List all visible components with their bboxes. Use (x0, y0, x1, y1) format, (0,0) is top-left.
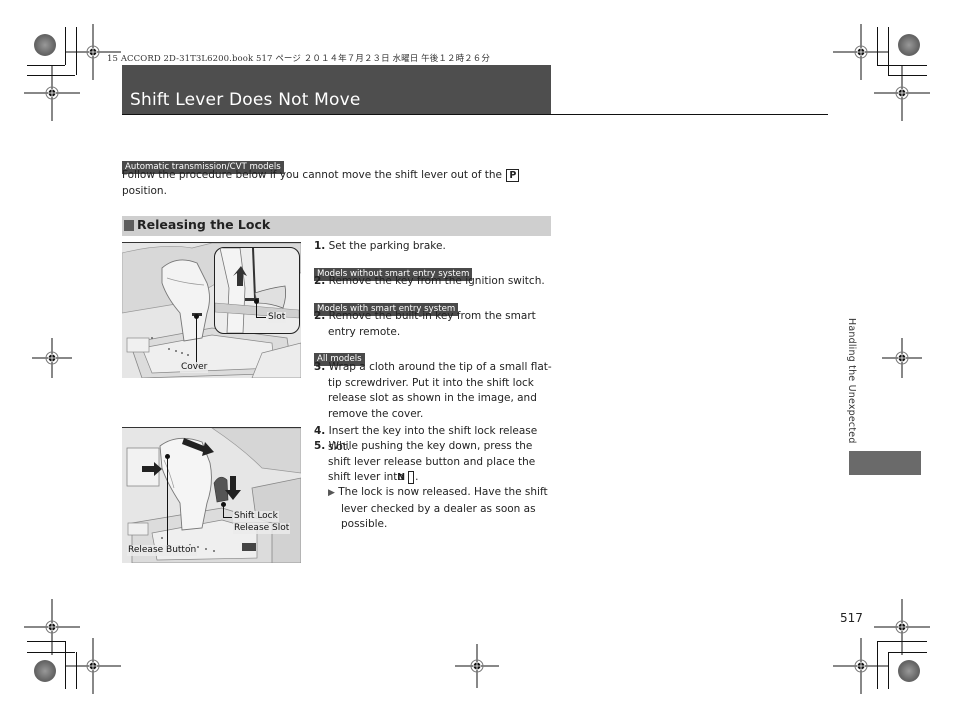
step-1: 1. Set the parking brake. (314, 239, 554, 255)
slot-leader-line-h (256, 317, 266, 318)
crop-mark-line (877, 27, 878, 65)
crop-mark-line (65, 27, 66, 65)
registration-mark-icon (65, 638, 121, 694)
step-text-end: . (415, 471, 419, 483)
page-title: Shift Lever Does Not Move (130, 90, 361, 110)
step-text: While pushing the key down, press the sh… (328, 440, 536, 483)
park-key-indicator: P (506, 169, 520, 182)
triangle-bullet-icon: ▶ (328, 488, 335, 498)
step-2b: 2. Remove the built-in key from the smar… (314, 309, 554, 340)
shift-lock-label: Shift Lock (233, 511, 279, 522)
result-note: ▶ The lock is now released. Have the shi… (328, 485, 550, 533)
crop-mark-line (76, 652, 77, 689)
release-button-leader-dot (165, 454, 170, 459)
crop-mark-line (27, 75, 75, 76)
step-text: Remove the built-in key from the smart e… (328, 310, 536, 338)
crop-mark-line (888, 652, 927, 653)
registration-mark-icon (455, 644, 499, 688)
crop-mark-line (27, 652, 75, 653)
step-number: 2. (314, 310, 326, 322)
intro-text: Follow the procedure below if you cannot… (122, 169, 502, 181)
step-3: 3. Wrap a cloth around the tip of a smal… (314, 360, 554, 422)
color-target-icon (898, 34, 920, 56)
cover-label: Cover (180, 362, 209, 373)
registration-mark-icon (874, 65, 930, 121)
section-bullet-icon (124, 220, 134, 231)
step-number: 2. (314, 275, 326, 287)
release-button-illustration: Release Button Shift Lock Release Slot (122, 427, 301, 563)
step-number: 3. (314, 361, 326, 373)
print-header-meta: 15 ACCORD 2D-31T3L6200.book 517 ページ ２０１４… (107, 54, 490, 64)
crop-mark-line (888, 652, 889, 689)
release-button-leader-line (167, 456, 168, 546)
slot-leader-dot-2 (221, 502, 226, 507)
step-5: 5. While pushing the key down, press the… (314, 439, 554, 486)
crop-mark-line (888, 75, 927, 76)
crop-mark-line (877, 641, 927, 642)
title-rule (122, 114, 828, 115)
chapter-sidebar-label: Handling the Unexpected (846, 318, 857, 444)
crop-mark-line (877, 641, 878, 689)
slot-leader-line-2h (223, 517, 232, 518)
registration-mark-icon (24, 65, 80, 121)
intro-paragraph: Follow the procedure below if you cannot… (122, 168, 542, 199)
registration-mark-icon (32, 338, 72, 378)
step-number: 4. (314, 425, 326, 437)
step-2a: 2. Remove the key from the ignition swit… (314, 274, 554, 290)
crop-mark-line (65, 641, 66, 689)
slot-leader-dot (254, 299, 259, 304)
page-number: 517 (840, 611, 863, 625)
cover-leader-line (196, 316, 197, 366)
section-heading: Releasing the Lock (137, 217, 271, 232)
cover-leader-dot (194, 314, 199, 319)
color-target-icon (898, 660, 920, 682)
cover-slot-illustration: Cover Slot (122, 242, 301, 378)
registration-mark-icon (882, 338, 922, 378)
slot-label: Slot (267, 312, 287, 323)
slot-detail-drawing (215, 248, 299, 333)
shift-lever-drawing (122, 428, 301, 563)
crop-mark-line (877, 65, 927, 66)
step-number: 5. (314, 440, 326, 452)
release-button-label: Release Button (127, 545, 198, 556)
color-target-icon (34, 34, 56, 56)
crop-mark-line (27, 65, 65, 66)
registration-mark-icon (874, 599, 930, 655)
step-number: 1. (314, 240, 326, 252)
result-note-text: The lock is now released. Have the shift… (338, 486, 548, 530)
step-text: Remove the key from the ignition switch. (328, 275, 545, 287)
release-slot-label: Release Slot (233, 523, 291, 534)
chapter-tab (849, 451, 921, 475)
intro-text-end: position. (122, 184, 167, 197)
neutral-key-indicator: N (397, 471, 415, 484)
crop-mark-line (888, 27, 889, 75)
crop-mark-line (76, 27, 77, 75)
color-target-icon (34, 660, 56, 682)
step-text: Wrap a cloth around the tip of a small f… (328, 361, 552, 420)
crop-mark-line (27, 641, 65, 642)
slot-detail-inset (214, 247, 300, 334)
step-text: Set the parking brake. (328, 240, 446, 252)
